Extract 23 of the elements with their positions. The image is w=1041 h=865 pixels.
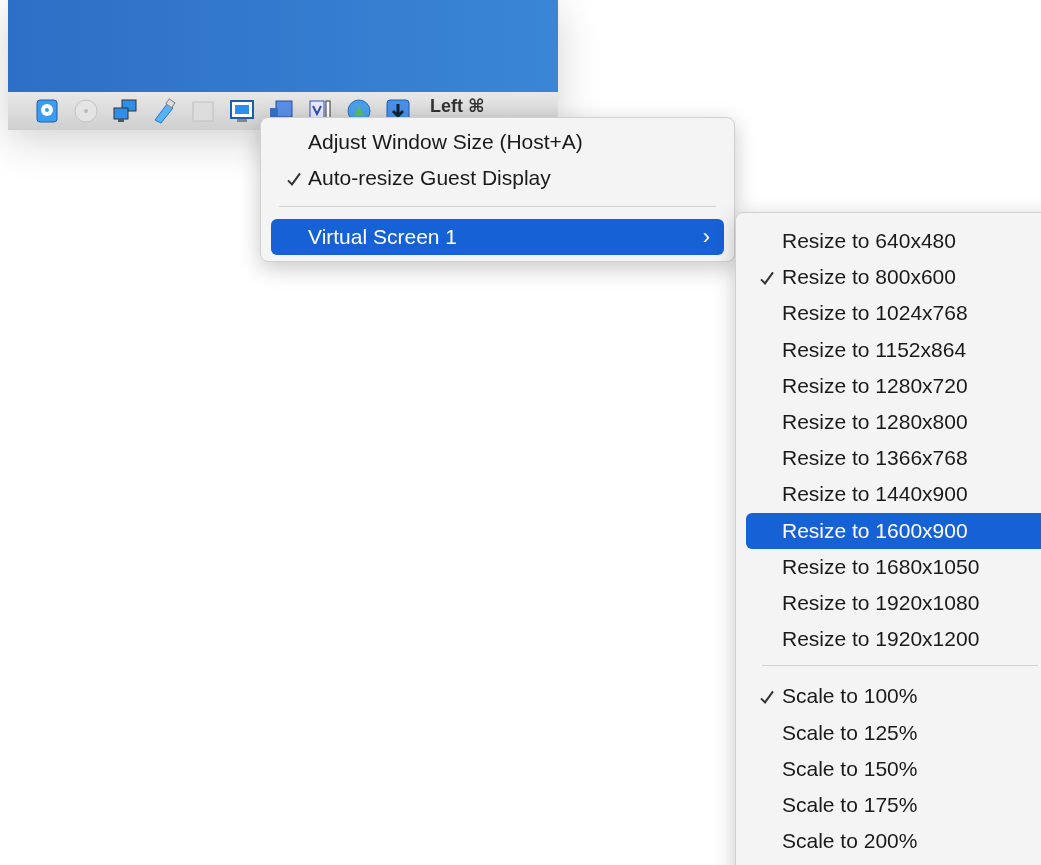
menu-item[interactable]: Resize to 1280x720 — [746, 367, 1041, 404]
menu-item[interactable]: Resize to 1600x900 — [746, 512, 1041, 549]
menu-item[interactable]: Resize to 1366x768 — [746, 440, 1041, 477]
menu-item[interactable]: Adjust Window Size (Host+A) — [271, 124, 724, 160]
menu-item[interactable]: Resize to 1024x768 — [746, 295, 1041, 332]
menu-item[interactable]: Resize to 1920x1200 — [746, 621, 1041, 658]
menu-item[interactable]: Scale to 200% — [746, 823, 1041, 860]
menu-item[interactable]: Resize to 1440x900 — [746, 476, 1041, 513]
menu-item[interactable]: Resize to 640x480 — [746, 223, 1041, 260]
host-key-label: Left ⌘ — [430, 96, 485, 116]
menu-item[interactable]: Resize to 800x600 — [746, 259, 1041, 296]
menu-item[interactable]: Auto-resize Guest Display — [271, 160, 724, 196]
menu-item[interactable]: Scale to 175% — [746, 786, 1041, 823]
network-icon[interactable] — [112, 98, 138, 124]
menu-item[interactable]: Resize to 1920x1080 — [746, 584, 1041, 622]
menu-item[interactable]: Resize to 1152x864 — [746, 331, 1041, 368]
menu-item[interactable]: Scale to 125% — [746, 714, 1041, 751]
display-icon[interactable] — [229, 98, 255, 124]
menu-item[interactable]: Resize to 1680x1050 — [746, 548, 1041, 585]
menu-item[interactable]: Scale to 150% — [746, 750, 1041, 787]
menu-item[interactable]: Resize to 1280x800 — [746, 403, 1041, 441]
menu-item[interactable]: Virtual Screen 1 › — [271, 219, 724, 255]
menu-item[interactable]: Scale to 100% — [746, 678, 1041, 715]
